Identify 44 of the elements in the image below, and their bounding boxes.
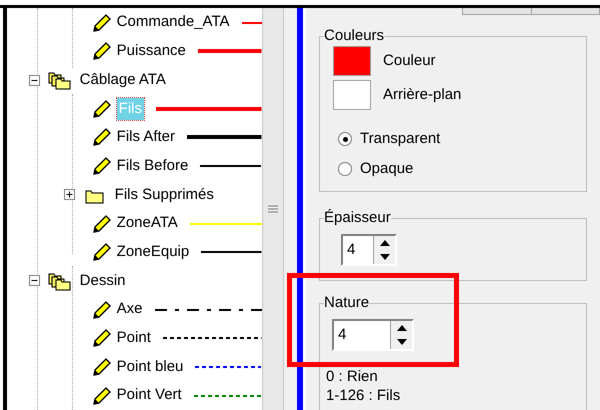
- pencil-icon: [90, 126, 113, 148]
- radio-label[interactable]: Opaque: [360, 158, 414, 181]
- folders-icon: [48, 270, 72, 291]
- collapse-icon[interactable]: [28, 74, 40, 86]
- expand-icon[interactable]: [64, 189, 75, 200]
- color-swatch[interactable]: [333, 80, 372, 110]
- pencil-icon: [90, 40, 113, 62]
- legend-text: 0 : Rien: [326, 367, 379, 386]
- grip-icon[interactable]: [268, 205, 278, 214]
- swatch-label: Arrière-plan: [383, 85, 462, 106]
- layer-item[interactable]: ZoneATA: [116, 212, 178, 235]
- pencil-icon: [90, 98, 113, 120]
- pencil-icon: [90, 327, 113, 350]
- swatch-label: Couleur: [383, 51, 436, 72]
- radio-label[interactable]: Transparent: [360, 128, 440, 151]
- layer-item[interactable]: Point: [116, 327, 151, 350]
- radio-button[interactable]: [338, 162, 352, 176]
- pencil-icon: [90, 384, 113, 407]
- group-title: Épaisseur: [324, 209, 391, 228]
- layer-item[interactable]: Puissance: [116, 40, 186, 63]
- number-spinner[interactable]: 4: [341, 234, 398, 266]
- layer-item[interactable]: ZoneEquip: [116, 240, 190, 264]
- pencil-icon: [90, 155, 113, 178]
- folder-item[interactable]: Dessin: [80, 270, 126, 292]
- color-swatch[interactable]: [333, 46, 372, 76]
- folders-icon: [48, 70, 72, 90]
- layer-item[interactable]: Fils After: [116, 126, 176, 149]
- folder-item[interactable]: Câblage ATA: [80, 68, 166, 92]
- layer-item[interactable]: Point Vert: [116, 384, 182, 407]
- radio-button[interactable]: [338, 132, 352, 146]
- pencil-icon: [90, 212, 113, 235]
- layer-item[interactable]: Axe: [116, 298, 143, 321]
- collapse-icon[interactable]: [28, 275, 40, 286]
- folder-item[interactable]: Fils Supprimés: [114, 184, 214, 206]
- pencil-icon: [90, 241, 113, 264]
- layer-item[interactable]: Fils Before: [116, 154, 188, 178]
- pencil-icon: [90, 356, 113, 378]
- legend-text: 1-126 : Fils: [326, 386, 402, 406]
- number-spinner[interactable]: 4: [332, 319, 414, 352]
- pencil-icon: [90, 12, 113, 34]
- layer-item[interactable]: Point bleu: [116, 356, 184, 378]
- layer-item[interactable]: Commande_ATA: [116, 11, 230, 34]
- pencil-icon: [90, 298, 113, 321]
- scrollbar[interactable]: [262, 8, 284, 410]
